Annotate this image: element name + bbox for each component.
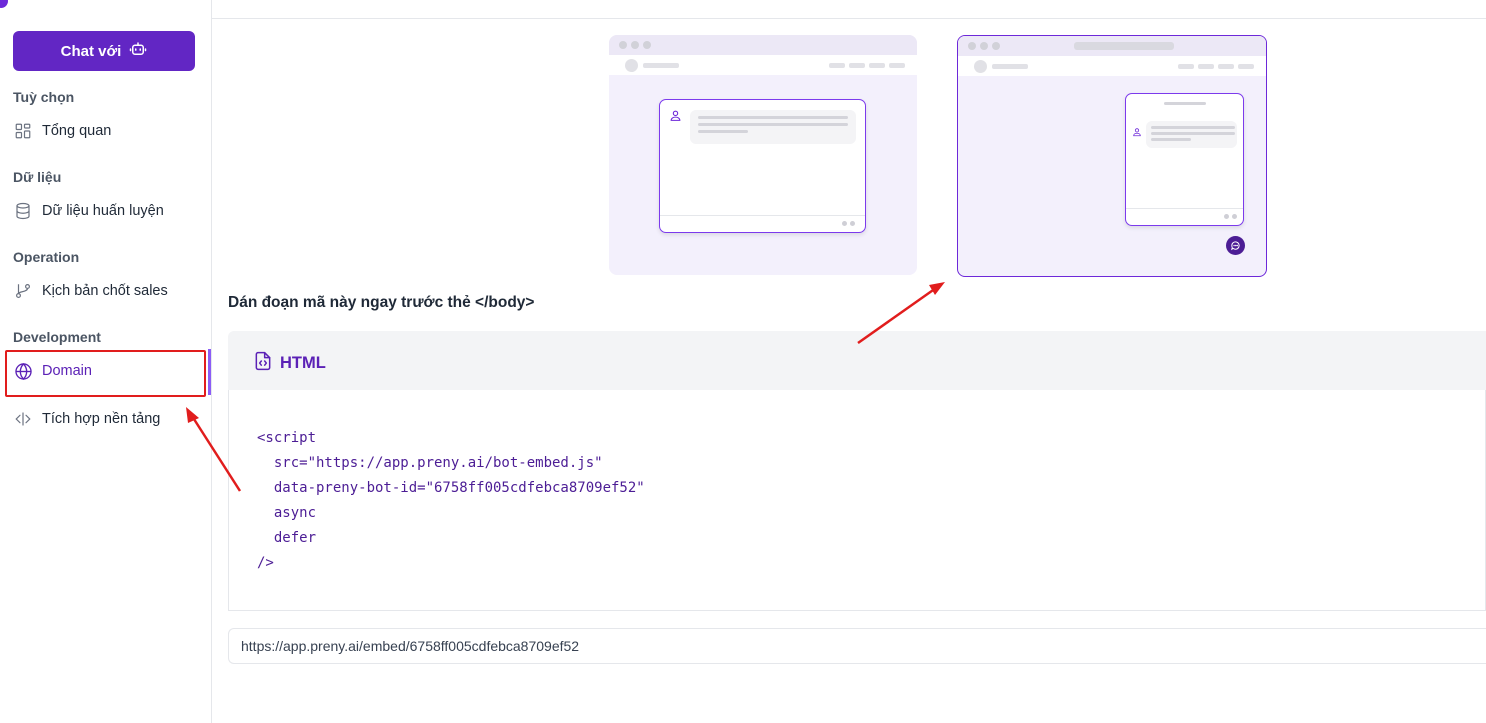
chat-window-mock: [659, 99, 866, 233]
chat-button-label: Chat với: [60, 42, 122, 60]
chat-with-bot-button[interactable]: Chat với: [13, 31, 195, 71]
annotation-arrowhead-preview: [929, 282, 945, 295]
sidebar-item-label: Dữ liệu huấn luyện: [42, 203, 164, 219]
user-icon: [669, 109, 682, 127]
tab-html[interactable]: HTML: [253, 350, 326, 377]
active-indicator: [208, 349, 211, 395]
mock-navbar: [958, 56, 1266, 76]
grid-icon: [13, 121, 33, 141]
git-branch-icon: [13, 281, 33, 301]
section-options: Tuỳ chọn: [13, 89, 75, 105]
sidebar-item-training-data[interactable]: Dữ liệu huấn luyện: [13, 195, 164, 227]
embed-code-snippet: <script src="https://app.preny.ai/bot-em…: [257, 430, 645, 571]
bot-icon: [129, 40, 147, 62]
section-data: Dữ liệu: [13, 169, 62, 185]
sidebar: Chat với Tuỳ chọn Tổng quan Dữ liệu Dữ l…: [0, 0, 212, 723]
preview-floating-bubble[interactable]: [957, 35, 1267, 277]
top-bar: [212, 0, 1486, 19]
embed-url-field[interactable]: https://app.preny.ai/embed/6758ff005cdfe…: [228, 628, 1486, 664]
sidebar-item-label: Tích hợp nền tảng: [42, 411, 161, 427]
code-icon: [13, 409, 33, 429]
embed-instruction: Dán đoạn mã này ngay trước thẻ </body>: [228, 294, 535, 311]
annotation-highlight-box: [5, 350, 206, 397]
browser-bar: [958, 36, 1266, 56]
code-block-header: HTML: [228, 331, 1486, 390]
mock-navbar: [609, 55, 917, 75]
sidebar-item-label: Kịch bản chốt sales: [42, 283, 168, 299]
file-code-icon: [253, 350, 273, 377]
logo: [0, 0, 8, 8]
database-icon: [13, 201, 33, 221]
chat-popup-mock: [1125, 93, 1244, 226]
chat-bubble-icon: [1226, 236, 1245, 255]
embed-url-text: https://app.preny.ai/embed/6758ff005cdfe…: [241, 638, 580, 654]
section-operation: Operation: [13, 249, 80, 265]
sidebar-item-sales-script[interactable]: Kịch bản chốt sales: [13, 275, 168, 307]
preview-centered-chat[interactable]: [609, 35, 917, 275]
section-development: Development: [13, 329, 101, 345]
user-icon: [1132, 124, 1142, 142]
code-block[interactable]: <script src="https://app.preny.ai/bot-em…: [228, 390, 1486, 611]
code-tab-label: HTML: [280, 354, 326, 372]
sidebar-item-platform-integration[interactable]: Tích hợp nền tảng: [13, 403, 160, 435]
browser-bar: [609, 35, 917, 55]
sidebar-item-overview[interactable]: Tổng quan: [13, 115, 111, 147]
sidebar-item-label: Tổng quan: [42, 123, 112, 139]
